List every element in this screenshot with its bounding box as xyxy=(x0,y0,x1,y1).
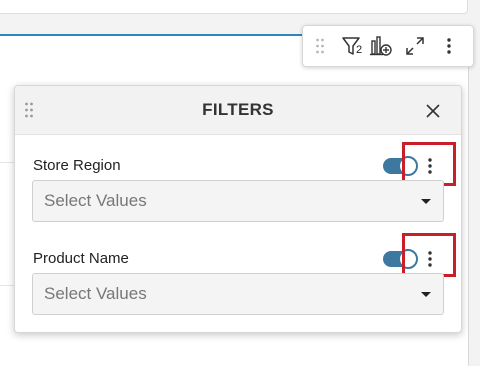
product-name-select-placeholder: Select Values xyxy=(44,284,147,303)
store-region-select-placeholder: Select Values xyxy=(44,191,147,210)
filter-label-store-region: Store Region xyxy=(33,157,121,174)
add-chart-icon xyxy=(370,36,392,56)
toggle-knob xyxy=(398,249,418,269)
filters-panel-header: FILTERS xyxy=(15,86,461,135)
chart-toolbar: 2 xyxy=(302,25,474,67)
close-button[interactable] xyxy=(419,98,447,124)
filter-button[interactable]: 2 xyxy=(337,34,367,58)
chevron-down-icon xyxy=(421,199,431,204)
toolbar-drag-handle-icon[interactable] xyxy=(313,34,327,58)
more-options-icon xyxy=(447,38,451,54)
product-name-select[interactable]: Select Values xyxy=(32,273,444,315)
expand-icon xyxy=(406,37,424,55)
store-region-more-options-button[interactable] xyxy=(421,154,439,178)
add-chart-button[interactable] xyxy=(369,34,393,58)
background-card-top xyxy=(0,0,468,14)
store-region-select[interactable]: Select Values xyxy=(32,180,444,222)
more-options-icon xyxy=(428,251,432,267)
more-options-button[interactable] xyxy=(437,34,461,58)
panel-title: FILTERS xyxy=(202,100,274,119)
filter-label-product-name: Product Name xyxy=(33,250,129,267)
toggle-knob xyxy=(398,156,418,176)
product-name-more-options-button[interactable] xyxy=(421,247,439,271)
close-icon xyxy=(426,104,440,118)
filters-panel: FILTERS Store Region Select Values Produ… xyxy=(14,85,462,333)
product-name-toggle[interactable] xyxy=(383,249,418,269)
chevron-down-icon xyxy=(421,292,431,297)
more-options-icon xyxy=(428,158,432,174)
store-region-toggle[interactable] xyxy=(383,156,418,176)
filter-count-badge: 2 xyxy=(356,44,363,56)
expand-button[interactable] xyxy=(403,34,427,58)
